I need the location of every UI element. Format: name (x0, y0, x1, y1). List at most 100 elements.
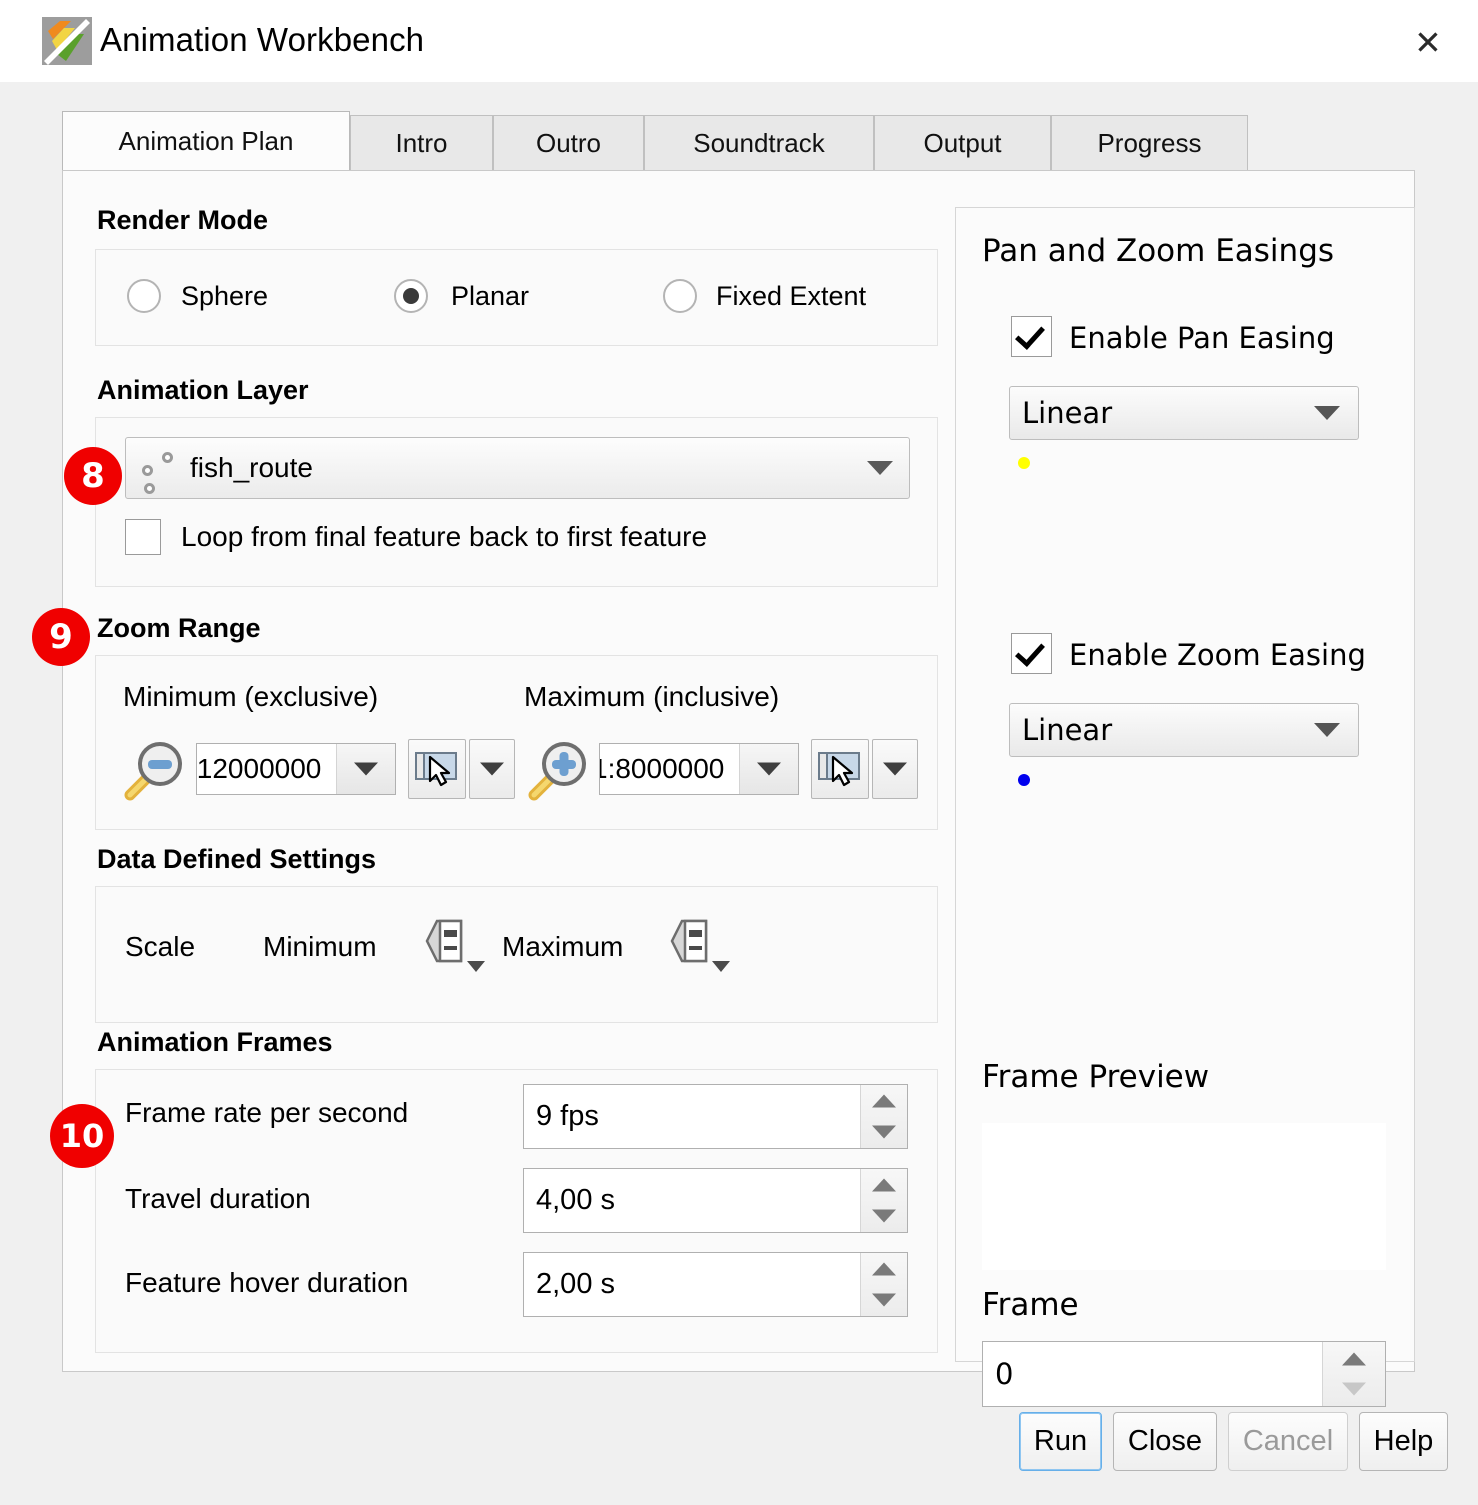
frame-preview-canvas (982, 1123, 1386, 1270)
data-defined-minimum-label: Minimum (263, 931, 377, 962)
loop-checkbox[interactable] (125, 519, 161, 555)
frame-rate-spinbox[interactable]: 9 fps (523, 1084, 908, 1149)
frame-spinbox[interactable]: 0 (982, 1341, 1386, 1407)
close-button[interactable]: Close (1113, 1412, 1217, 1471)
tab-label: Progress (1097, 127, 1202, 158)
zoom-maximum-options-dropdown[interactable] (872, 739, 918, 799)
loop-checkbox-label: Loop from final feature back to first fe… (181, 521, 708, 552)
tab-soundtrack[interactable]: Soundtrack (644, 115, 874, 170)
travel-duration-value: 4,00 s (536, 1184, 615, 1216)
data-defined-scale-label: Scale (125, 931, 196, 962)
animation-layer-title: Animation Layer (97, 375, 309, 405)
pan-easing-value: Linear (1022, 396, 1113, 430)
run-button[interactable]: Run (1019, 1412, 1102, 1471)
zoom-minimum-label: Minimum (exclusive) (123, 681, 379, 712)
qgis-animation-workbench-logo (42, 17, 92, 65)
chevron-down-icon (867, 461, 893, 475)
travel-duration-stepper[interactable] (860, 1169, 907, 1232)
radio-sphere-label: Sphere (181, 281, 269, 311)
chevron-down-icon[interactable] (336, 744, 395, 794)
animation-layer-combo[interactable]: fish_route (125, 437, 910, 499)
zoom-maximum-value: 1:8000000 (599, 753, 725, 784)
zoom-easing-value: Linear (1022, 713, 1113, 747)
tab-label: Output (923, 127, 1002, 158)
animation-layer-value: fish_route (190, 452, 313, 483)
zoom-minimum-value: :12000000 (196, 753, 322, 784)
data-defined-title: Data Defined Settings (97, 844, 377, 874)
zoom-in-icon (524, 739, 594, 803)
tab-label: Soundtrack (693, 127, 825, 158)
travel-duration-spinbox[interactable]: 4,00 s (523, 1168, 908, 1233)
tab-bar: Animation Plan Intro Outro Soundtrack Ou… (62, 111, 1415, 170)
enable-pan-easing-checkbox[interactable] (1011, 316, 1052, 357)
animation-frames-title: Animation Frames (97, 1027, 333, 1057)
data-defined-maximum-label: Maximum (502, 931, 624, 962)
radio-planar[interactable] (394, 279, 428, 313)
frame-rate-stepper[interactable] (860, 1085, 907, 1148)
run-button-label: Run (1033, 1425, 1088, 1457)
radio-fixed-extent-label: Fixed Extent (716, 281, 867, 311)
hover-duration-spinbox[interactable]: 2,00 s (523, 1252, 908, 1317)
chevron-down-icon (1314, 406, 1340, 420)
hover-duration-value: 2,00 s (536, 1268, 615, 1300)
tab-label: Intro (395, 127, 448, 158)
frame-preview-title: Frame Preview (982, 1059, 1210, 1095)
zoom-out-icon (120, 739, 190, 803)
frame-label: Frame (982, 1287, 1079, 1323)
zoom-minimum-options-dropdown[interactable] (469, 739, 515, 799)
hover-duration-stepper[interactable] (860, 1253, 907, 1316)
window-title: Animation Workbench (100, 21, 425, 58)
zoom-minimum-scale-combo[interactable]: :12000000 (196, 743, 396, 795)
frame-rate-label: Frame rate per second (125, 1097, 409, 1128)
zoom-maximum-set-from-canvas-button[interactable] (811, 739, 869, 799)
data-defined-override-icon[interactable] (423, 917, 467, 965)
chevron-down-icon[interactable] (739, 744, 798, 794)
stepper-down-icon[interactable] (861, 1285, 907, 1317)
stepper-down-icon[interactable] (861, 1201, 907, 1233)
tab-animation-plan[interactable]: Animation Plan (62, 111, 350, 170)
cancel-button-label: Cancel (1242, 1425, 1334, 1457)
stepper-down-icon[interactable] (861, 1117, 907, 1149)
enable-zoom-easing-label: Enable Zoom Easing (1069, 638, 1366, 672)
close-icon[interactable]: ✕ (1406, 20, 1450, 64)
annotation-badge-10: 10 (50, 1104, 114, 1168)
stepper-up-icon[interactable] (1323, 1342, 1385, 1374)
stepper-up-icon[interactable] (861, 1169, 907, 1201)
stepper-down-icon[interactable] (1323, 1374, 1385, 1406)
enable-zoom-easing-checkbox[interactable] (1011, 633, 1052, 674)
close-button-label: Close (1127, 1425, 1203, 1457)
easings-title: Pan and Zoom Easings (982, 233, 1335, 269)
point-layer-icon (144, 483, 155, 494)
data-defined-override-icon[interactable] (668, 917, 712, 965)
frame-stepper[interactable] (1322, 1342, 1385, 1406)
tab-outro[interactable]: Outro (493, 115, 644, 170)
enable-pan-easing-label: Enable Pan Easing (1069, 321, 1335, 355)
travel-duration-label: Travel duration (125, 1183, 311, 1214)
annotation-badge-9: 9 (32, 608, 90, 666)
dialog-body: Animation Plan Intro Outro Soundtrack Ou… (0, 82, 1478, 1505)
cancel-button[interactable]: Cancel (1228, 1412, 1348, 1471)
point-layer-icon (142, 465, 153, 476)
help-button[interactable]: Help (1359, 1412, 1448, 1471)
easings-panel: Pan and Zoom Easings Enable Pan Easing L… (955, 207, 1415, 1407)
zoom-maximum-label: Maximum (inclusive) (524, 681, 780, 712)
data-defined-maximum-dropdown-icon[interactable] (712, 961, 730, 972)
radio-planar-label: Planar (451, 281, 530, 311)
stepper-up-icon[interactable] (861, 1085, 907, 1117)
tab-output[interactable]: Output (874, 115, 1051, 170)
tab-intro[interactable]: Intro (350, 115, 493, 170)
zoom-maximum-scale-combo[interactable]: 1:8000000 (599, 743, 799, 795)
zoom-easing-combo[interactable]: Linear (1009, 703, 1359, 757)
pan-easing-combo[interactable]: Linear (1009, 386, 1359, 440)
tab-progress[interactable]: Progress (1051, 115, 1248, 170)
radio-fixed-extent[interactable] (663, 279, 697, 313)
tab-label: Outro (535, 127, 602, 158)
radio-sphere[interactable] (127, 279, 161, 313)
zoom-easing-preview-dot (1018, 774, 1030, 786)
stepper-up-icon[interactable] (861, 1253, 907, 1285)
frame-rate-value: 9 fps (536, 1100, 599, 1132)
zoom-minimum-set-from-canvas-button[interactable] (408, 739, 466, 799)
data-defined-minimum-dropdown-icon[interactable] (467, 961, 485, 972)
help-button-label: Help (1373, 1425, 1434, 1457)
zoom-range-title: Zoom Range (97, 613, 261, 643)
